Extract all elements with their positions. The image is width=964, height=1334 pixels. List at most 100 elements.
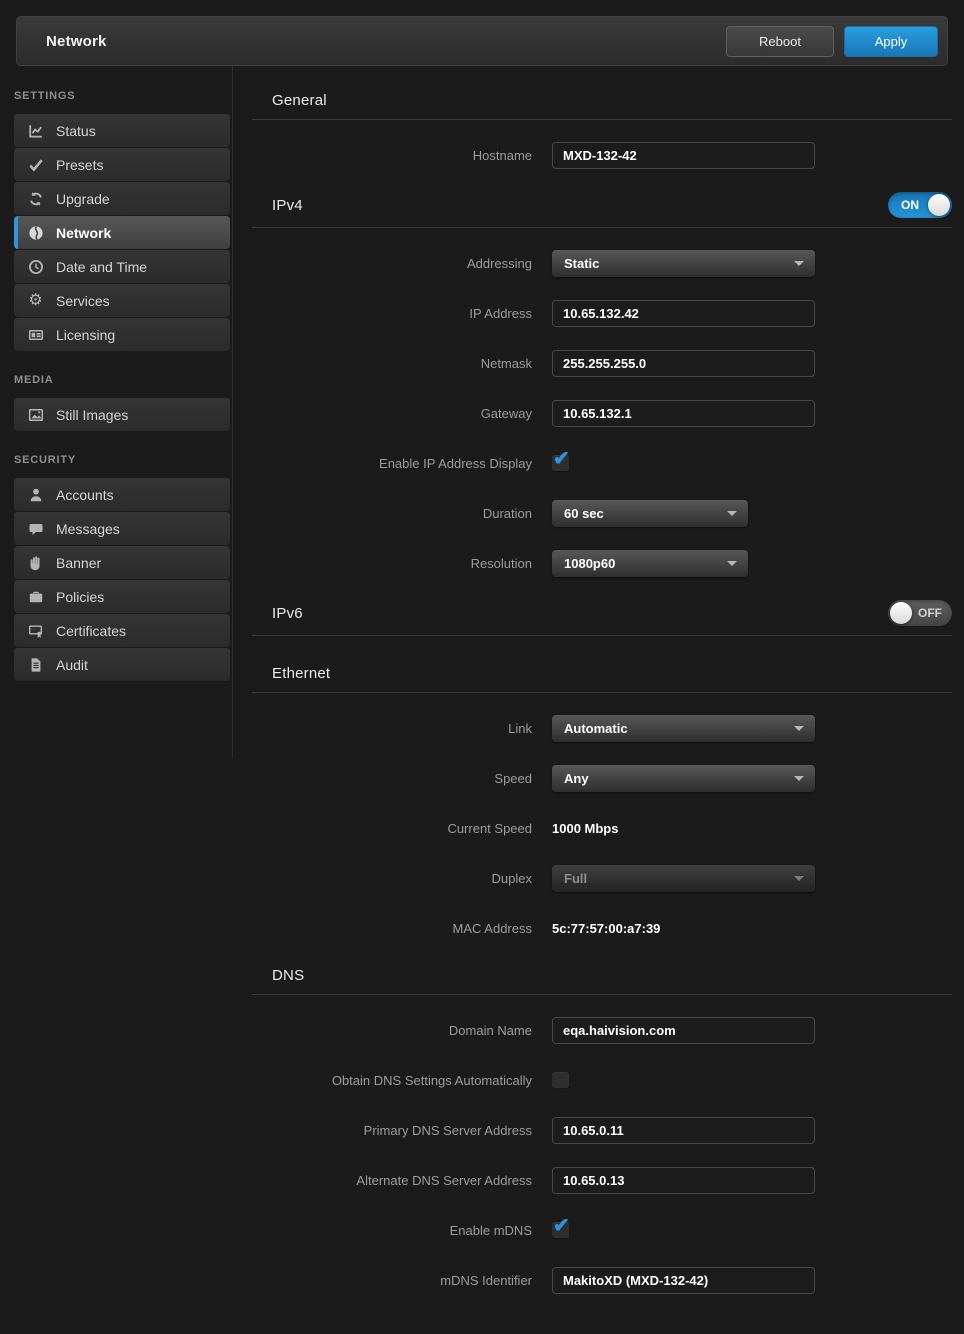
netmask-label: Netmask (252, 350, 532, 377)
addressing-label: Addressing (252, 250, 532, 277)
sidebar-item-network[interactable]: Network (14, 216, 230, 249)
sidebar-item-label: Services (56, 293, 110, 309)
sidebar: SETTINGS Status Presets Upgrade (0, 66, 233, 758)
enable-ip-display-checkbox[interactable]: ✔ (552, 455, 569, 472)
obtain-dns-auto-checkbox[interactable] (552, 1072, 569, 1089)
ip-address-input[interactable] (552, 300, 815, 327)
ipv6-section: IPv6 OFF (252, 600, 952, 636)
sidebar-item-accounts[interactable]: Accounts (14, 478, 230, 511)
refresh-icon (26, 190, 45, 208)
hostname-input[interactable] (552, 142, 815, 169)
license-card-icon (26, 326, 45, 344)
media-nav: Still Images (14, 398, 230, 431)
gear-icon: ⚙ (26, 292, 45, 310)
ipv4-toggle[interactable]: ON (888, 192, 952, 218)
sidebar-item-label: Status (56, 123, 96, 139)
mdns-identifier-row: mDNS Identifier (252, 1267, 952, 1294)
primary-dns-input[interactable] (552, 1117, 815, 1144)
network-settings-content: General Hostname IPv4 ON (233, 66, 964, 1320)
sidebar-item-label: Banner (56, 555, 101, 571)
selected-value: Automatic (564, 721, 628, 736)
selected-value: Any (564, 771, 589, 786)
sidebar-item-still-images[interactable]: Still Images (14, 398, 230, 431)
alternate-dns-input[interactable] (552, 1167, 815, 1194)
sidebar-item-status[interactable]: Status (14, 114, 230, 147)
enable-ip-display-row: Enable IP Address Display ✔ (252, 450, 952, 477)
sidebar-item-presets[interactable]: Presets (14, 148, 230, 181)
checkmark-icon: ✔ (553, 1213, 570, 1238)
sidebar-item-label: Date and Time (56, 259, 147, 275)
selected-value: Full (564, 871, 587, 886)
sidebar-item-certificates[interactable]: Certificates (14, 614, 230, 647)
enable-mdns-row: Enable mDNS ✔ (252, 1217, 952, 1244)
sidebar-item-label: Still Images (56, 407, 128, 423)
domain-name-label: Domain Name (252, 1017, 532, 1044)
sidebar-section-security: SECURITY (14, 454, 232, 466)
link-label: Link (252, 715, 532, 742)
alternate-dns-label: Alternate DNS Server Address (252, 1167, 532, 1194)
resolution-label: Resolution (252, 550, 532, 577)
toggle-off-label: OFF (918, 606, 942, 620)
current-speed-label: Current Speed (252, 815, 532, 842)
hand-icon (26, 554, 45, 572)
speed-select[interactable]: Any (552, 765, 815, 792)
speed-label: Speed (252, 765, 532, 792)
reboot-button[interactable]: Reboot (726, 26, 834, 57)
titlebar: Network Reboot Apply (16, 16, 948, 66)
globe-icon (26, 224, 45, 242)
current-speed-row: Current Speed 1000 Mbps (252, 815, 952, 842)
toggle-on-label: ON (901, 198, 919, 212)
sidebar-item-label: Messages (56, 521, 120, 537)
settings-nav: Status Presets Upgrade Network (14, 114, 230, 351)
duration-select[interactable]: 60 sec (552, 500, 748, 527)
document-icon (26, 656, 45, 674)
sidebar-item-audit[interactable]: Audit (14, 648, 230, 681)
general-section: General Hostname (252, 90, 952, 169)
link-row: Link Automatic (252, 715, 952, 742)
duration-label: Duration (252, 500, 532, 527)
domain-name-row: Domain Name (252, 1017, 952, 1044)
checkmark-icon: ✔ (553, 446, 570, 471)
speech-bubble-icon (26, 520, 45, 538)
chevron-down-icon (727, 511, 737, 516)
sidebar-item-licensing[interactable]: Licensing (14, 318, 230, 351)
sidebar-item-banner[interactable]: Banner (14, 546, 230, 579)
sidebar-item-messages[interactable]: Messages (14, 512, 230, 545)
apply-button[interactable]: Apply (844, 26, 938, 57)
ipv6-heading: IPv6 (272, 605, 303, 622)
primary-dns-row: Primary DNS Server Address (252, 1117, 952, 1144)
sidebar-item-upgrade[interactable]: Upgrade (14, 182, 230, 215)
sidebar-section-media: MEDIA (14, 374, 232, 386)
gateway-label: Gateway (252, 400, 532, 427)
resolution-select[interactable]: 1080p60 (552, 550, 748, 577)
primary-dns-label: Primary DNS Server Address (252, 1117, 532, 1144)
domain-name-input[interactable] (552, 1017, 815, 1044)
section-divider (252, 635, 952, 636)
ipv6-toggle[interactable]: OFF (888, 600, 952, 626)
duplex-select: Full (552, 865, 815, 892)
link-select[interactable]: Automatic (552, 715, 815, 742)
sidebar-item-label: Network (56, 225, 111, 241)
sidebar-section-settings: SETTINGS (14, 90, 232, 102)
duplex-row: Duplex Full (252, 865, 952, 892)
netmask-input[interactable] (552, 350, 815, 377)
enable-mdns-checkbox[interactable]: ✔ (552, 1222, 569, 1239)
toggle-knob (890, 602, 912, 624)
mac-address-row: MAC Address 5c:77:57:00:a7:39 (252, 915, 952, 942)
certificate-icon (26, 622, 45, 640)
mac-address-label: MAC Address (252, 915, 532, 942)
addressing-select[interactable]: Static (552, 250, 815, 277)
sidebar-item-services[interactable]: ⚙ Services (14, 284, 230, 317)
sidebar-item-policies[interactable]: Policies (14, 580, 230, 613)
netmask-row: Netmask (252, 350, 952, 377)
duplex-label: Duplex (252, 865, 532, 892)
addressing-row: Addressing Static (252, 250, 952, 277)
sidebar-item-label: Upgrade (56, 191, 110, 207)
clock-icon (26, 258, 45, 276)
gateway-input[interactable] (552, 400, 815, 427)
selected-value: Static (564, 256, 599, 271)
mdns-identifier-input[interactable] (552, 1267, 815, 1294)
sidebar-item-label: Certificates (56, 623, 126, 639)
sidebar-item-date-and-time[interactable]: Date and Time (14, 250, 230, 283)
page-title: Network (46, 33, 107, 50)
